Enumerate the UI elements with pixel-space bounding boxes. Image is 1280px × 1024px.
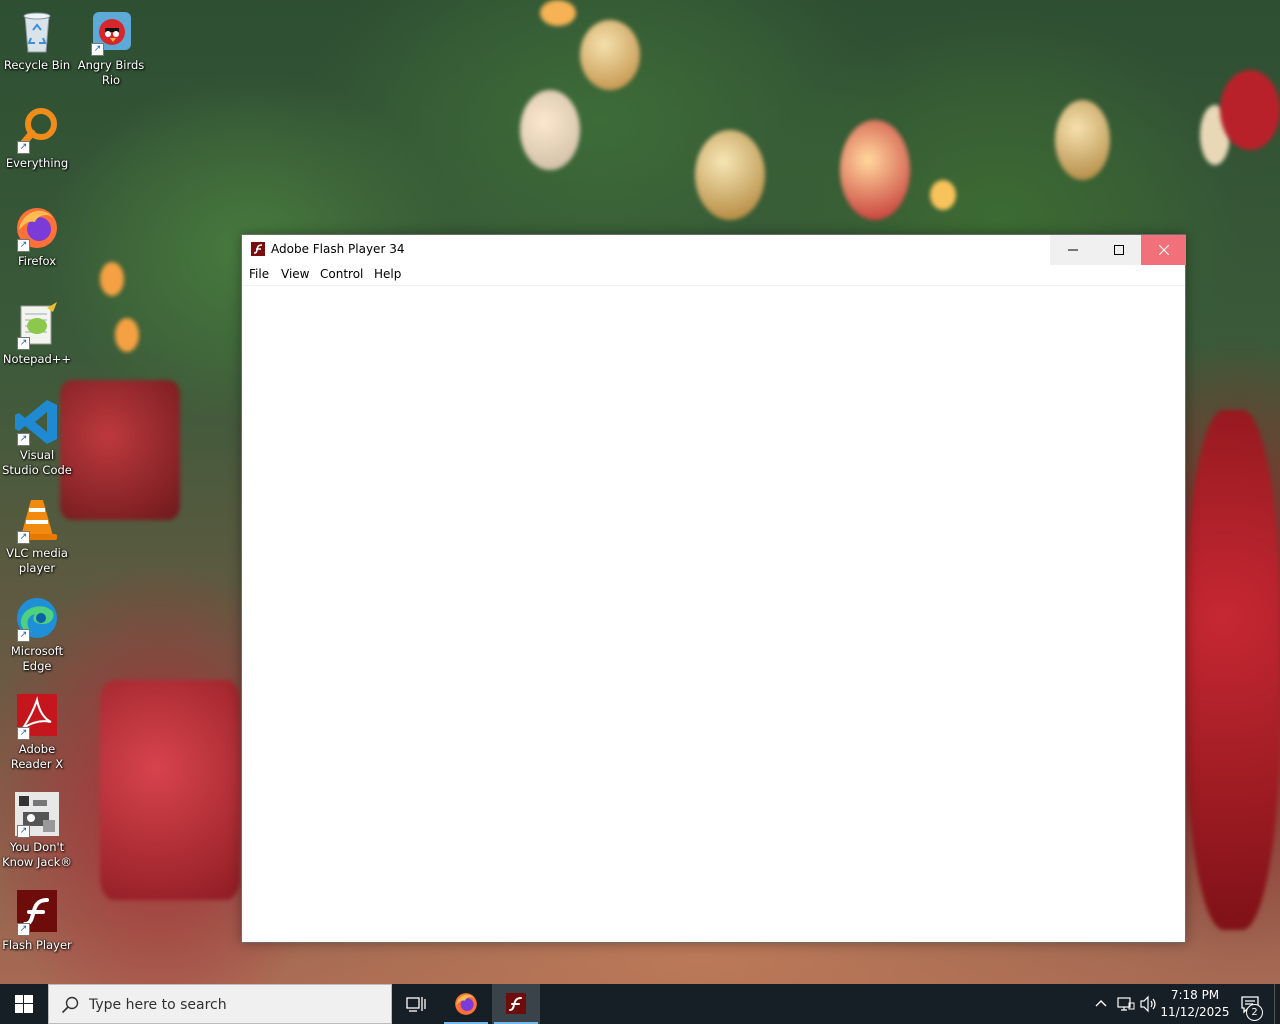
desktop-icon-flash-player[interactable]: ↗ Flash Player [0, 888, 74, 953]
desktop-icon-label: Flash Player [2, 938, 72, 952]
start-button[interactable] [0, 984, 48, 1024]
close-icon [1158, 245, 1169, 255]
desktop-icon-adobe-reader-x[interactable]: ↗ Adobe Reader X [0, 692, 74, 772]
shortcut-arrow-icon: ↗ [17, 629, 30, 642]
flash-player-icon [251, 242, 265, 256]
clock-time: 7:18 PM [1170, 988, 1220, 1002]
vscode-icon: ↗ [13, 398, 61, 446]
bokeh-light [100, 262, 124, 296]
desktop-icon-visual-studio-code[interactable]: ↗ Visual Studio Code [0, 398, 74, 478]
taskbar-task-view[interactable] [392, 984, 440, 1024]
desktop-icon-recycle-bin[interactable]: Recycle Bin [0, 8, 74, 73]
desktop-icon-everything[interactable]: ↗ Everything [0, 106, 74, 171]
window-titlebar[interactable]: Adobe Flash Player 34 [242, 235, 1186, 265]
shortcut-arrow-icon: ↗ [17, 337, 30, 350]
bokeh-light [930, 180, 956, 210]
vlc-icon: ↗ [13, 496, 61, 544]
desktop-icon-label: Notepad++ [2, 352, 72, 366]
you-dont-know-jack-icon: ↗ [13, 790, 61, 838]
menu-bar: File View Control Help [242, 265, 1185, 286]
red-fabric [1186, 410, 1280, 930]
flash-player-icon: ↗ [13, 888, 61, 936]
recycle-bin-icon [13, 8, 61, 56]
taskbar-clock[interactable]: 7:18 PM 11/12/2025 [1160, 987, 1230, 1021]
desktop-icon-label: VLC media player [6, 546, 68, 575]
shortcut-arrow-icon: ↗ [17, 433, 30, 446]
shortcut-arrow-icon: ↗ [17, 923, 30, 936]
desktop-icon-microsoft-edge[interactable]: ↗ Microsoft Edge [0, 594, 74, 674]
maximize-button[interactable] [1096, 235, 1142, 265]
chevron-up-icon[interactable] [1094, 996, 1108, 1010]
desktop-icon-label: Angry Birds Rio [77, 58, 145, 87]
shortcut-arrow-icon: ↗ [17, 239, 30, 252]
shortcut-arrow-icon: ↗ [17, 825, 30, 838]
desktop-icon-label: Visual Studio Code [2, 448, 72, 477]
everything-search-icon: ↗ [13, 106, 61, 154]
notepad-plus-plus-icon: ↗ [13, 302, 61, 350]
desktop-icon-firefox[interactable]: ↗ Firefox [0, 204, 74, 269]
volume-icon[interactable] [1140, 995, 1158, 1013]
shortcut-arrow-icon: ↗ [91, 43, 104, 56]
search-icon [61, 996, 79, 1014]
maximize-icon [1114, 245, 1124, 255]
bokeh-light [115, 318, 139, 352]
task-view-icon [406, 997, 426, 1012]
close-button[interactable] [1141, 235, 1186, 265]
bokeh-light [540, 0, 576, 26]
desktop-icon-angry-birds-rio[interactable]: ↗ Angry Birds Rio [74, 8, 148, 88]
menu-help[interactable]: Help [374, 267, 401, 281]
clock-date: 11/12/2025 [1160, 1005, 1230, 1019]
menu-control[interactable]: Control [320, 267, 363, 281]
shortcut-arrow-icon: ↗ [17, 141, 30, 154]
taskbar-search-box[interactable]: Type here to search [48, 984, 392, 1024]
desktop-icon-label: You Don't Know Jack® [2, 840, 72, 869]
desktop-icon-label: Everything [5, 156, 69, 170]
bokeh-ornament [840, 120, 910, 220]
desktop-icon-label: Adobe Reader X [10, 742, 64, 771]
desktop-icon-notepad-plus-plus[interactable]: ↗ Notepad++ [0, 302, 74, 367]
windows-logo-icon [15, 995, 33, 1013]
adobe-reader-icon: ↗ [13, 692, 61, 740]
bokeh-ornament [1055, 100, 1110, 180]
menu-file[interactable]: File [249, 267, 269, 281]
window-title: Adobe Flash Player 34 [271, 242, 405, 256]
desktop-icon-label: Recycle Bin [3, 58, 71, 72]
shortcut-arrow-icon: ↗ [17, 531, 30, 544]
bokeh-ornament [520, 90, 580, 170]
desktop-icon-label: Microsoft Edge [10, 644, 64, 673]
bokeh-ornament [1220, 70, 1280, 150]
flash-player-window[interactable]: Adobe Flash Player 34 File View Control … [241, 234, 1186, 943]
show-desktop-button[interactable] [1274, 984, 1280, 1024]
firefox-icon [455, 993, 477, 1015]
notification-count-badge: 2 [1246, 1004, 1263, 1021]
taskbar-flash-player[interactable] [492, 984, 540, 1024]
menu-view[interactable]: View [281, 267, 309, 281]
firefox-icon: ↗ [13, 204, 61, 252]
search-placeholder: Type here to search [89, 997, 227, 1013]
flash-content-area[interactable] [242, 286, 1185, 942]
desktop-icon-label: Firefox [17, 254, 57, 268]
edge-icon: ↗ [13, 594, 61, 642]
red-gift [60, 380, 180, 520]
minimize-icon [1068, 249, 1078, 251]
network-icon[interactable] [1117, 995, 1135, 1013]
angry-birds-icon: ↗ [87, 8, 135, 56]
bokeh-ornament [580, 20, 640, 90]
flash-player-icon [506, 993, 526, 1014]
minimize-button[interactable] [1050, 235, 1096, 265]
red-gift [100, 680, 240, 900]
shortcut-arrow-icon: ↗ [17, 727, 30, 740]
bokeh-ornament [695, 130, 765, 220]
taskbar: Type here to search 7:18 PM 11/12/2025 2 [0, 984, 1280, 1024]
desktop-icon-vlc-media-player[interactable]: ↗ VLC media player [0, 496, 74, 576]
desktop-icon-you-dont-know-jack[interactable]: ↗ You Don't Know Jack® [0, 790, 74, 870]
taskbar-firefox[interactable] [442, 984, 490, 1024]
